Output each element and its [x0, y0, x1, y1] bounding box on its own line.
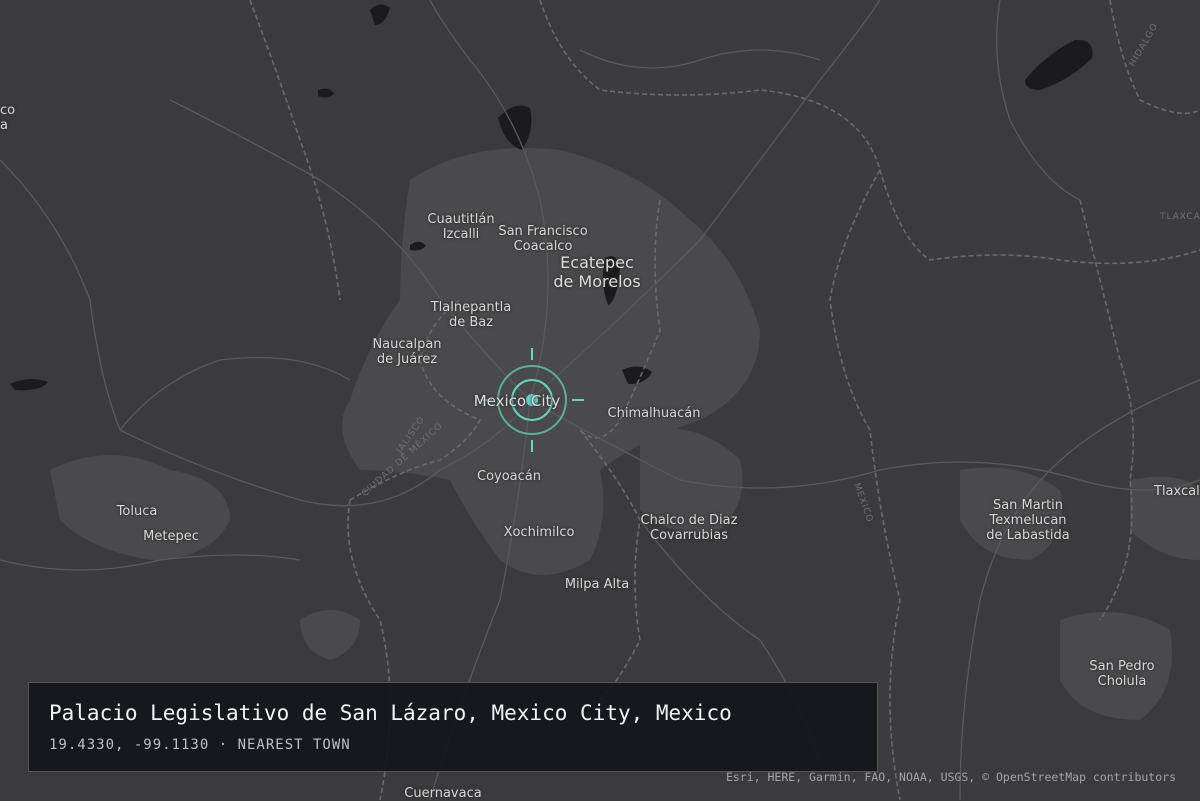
place-label-san-martin: San Martin Texmelucan de Labastida	[986, 498, 1070, 543]
place-label-coyoacan: Coyoacán	[477, 469, 541, 484]
map-canvas[interactable]	[0, 0, 1200, 800]
region-label-tlaxca: TLAXCA	[1160, 212, 1200, 222]
location-coordinates: 19.4330, -99.1130 · NEAREST TOWN	[49, 737, 351, 753]
place-label-san-francisco: San Francisco Coacalco	[498, 224, 588, 254]
place-label-xochimilco: Xochimilco	[503, 525, 575, 540]
location-title: Palacio Legislativo de San Lázaro, Mexic…	[49, 701, 732, 725]
place-label-tlaxcala: Tlaxcala	[1154, 484, 1200, 499]
place-label-cuernavaca: Cuernavaca	[404, 786, 482, 801]
place-label-tlalnepantla: Tlalnepantla de Baz	[430, 300, 512, 330]
location-info-panel: Palacio Legislativo de San Lázaro, Mexic…	[28, 682, 878, 772]
map-attribution: Esri, HERE, Garmin, FAO, NOAA, USGS, © O…	[725, 770, 1176, 784]
place-label-metepec: Metepec	[143, 529, 199, 544]
place-label-left-edge: co a	[0, 103, 16, 133]
place-label-mexico-city: Mexico City	[473, 392, 561, 410]
place-label-naucalpan: Naucalpan de Juárez	[372, 337, 442, 367]
place-label-cuautitlan: Cuautitlán Izcalli	[427, 212, 495, 242]
place-label-ecatepec: Ecatepec de Morelos	[553, 253, 641, 291]
place-label-toluca: Toluca	[116, 504, 158, 519]
place-label-san-pedro: San Pedro Cholula	[1089, 659, 1155, 689]
place-label-milpa-alta: Milpa Alta	[564, 577, 630, 592]
place-label-chimalhuacan: Chimalhuacán	[607, 406, 701, 421]
place-label-chalco: Chalco de Diaz Covarrubias	[640, 513, 738, 543]
